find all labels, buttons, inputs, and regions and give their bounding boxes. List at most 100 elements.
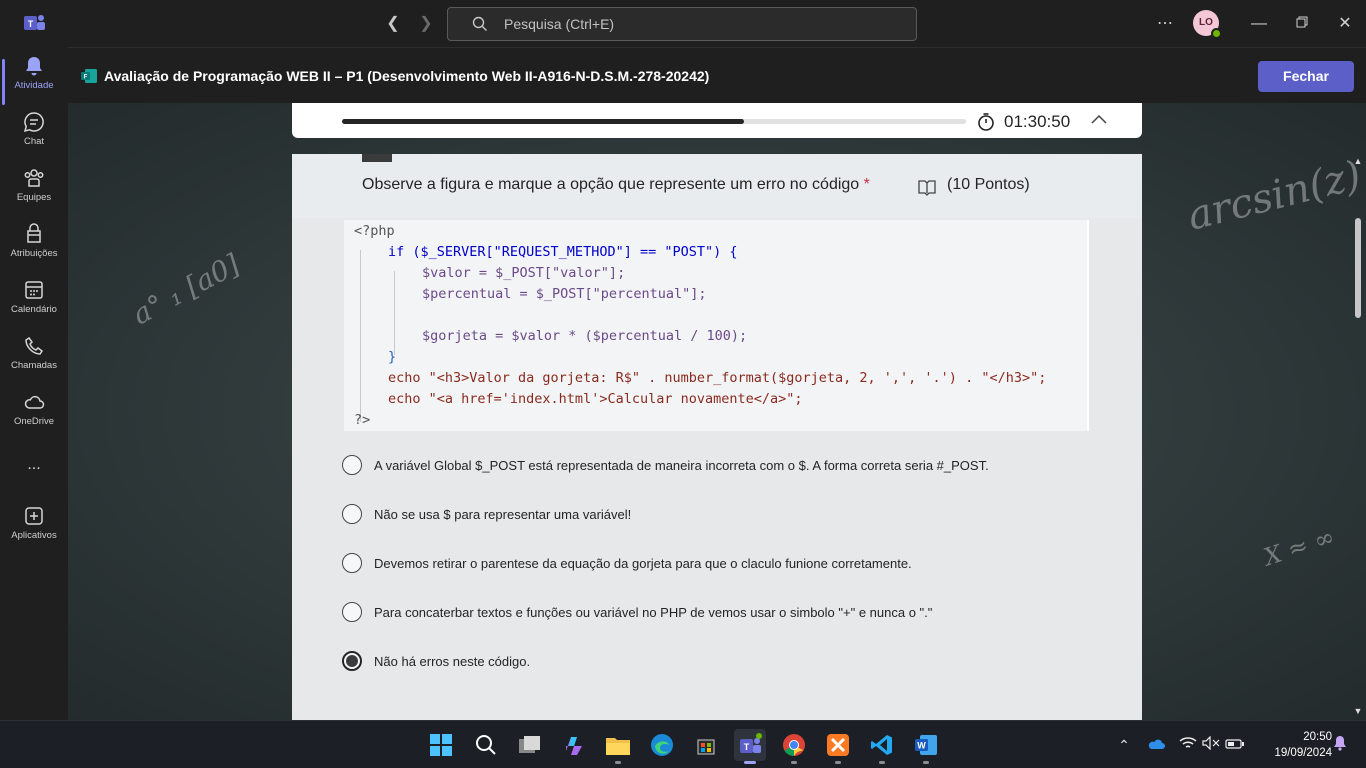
bell-icon <box>26 57 42 76</box>
chevron-up-icon[interactable] <box>1090 113 1108 127</box>
more-apps-label: ... <box>27 456 41 473</box>
more-options-icon[interactable]: ⋯ <box>1153 12 1177 36</box>
rail-item-calendario[interactable]: Calendário <box>0 279 68 335</box>
task-view-icon[interactable] <box>514 729 546 761</box>
back-arrow-icon[interactable]: ❮ <box>383 14 403 34</box>
taskbar: T W ⌃ 20:50 19/09/2024 <box>0 720 1366 768</box>
rail-label: Chamadas <box>11 360 57 371</box>
option-label: Não há erros neste código. <box>374 653 531 669</box>
xampp-icon[interactable] <box>822 729 854 764</box>
radio-button[interactable] <box>342 553 362 573</box>
clock[interactable]: 20:50 19/09/2024 <box>1252 729 1332 761</box>
store-icon[interactable] <box>690 729 722 761</box>
code-text: <?php <box>354 223 395 239</box>
option-label: Devemos retirar o parentese da equação d… <box>374 555 912 571</box>
rail-item-chamadas[interactable]: Chamadas <box>0 335 68 391</box>
scroll-up-icon[interactable]: ▲ <box>1353 156 1363 166</box>
avatar[interactable]: LO <box>1193 10 1222 39</box>
assignments-icon <box>27 223 41 243</box>
rail-item-equipes[interactable]: Equipes <box>0 167 68 223</box>
app-rail: Atividade Chat Equipes Atribuições Calen… <box>0 47 68 720</box>
close-window-icon[interactable]: ✕ <box>1333 12 1357 36</box>
restore-icon[interactable] <box>1290 12 1314 36</box>
rail-label: OneDrive <box>13 416 55 427</box>
running-indicator <box>744 761 756 764</box>
scroll-down-icon[interactable]: ▼ <box>1353 706 1363 716</box>
radio-button[interactable] <box>342 504 362 524</box>
radio-button[interactable] <box>342 455 362 475</box>
vscode-icon[interactable] <box>866 729 898 764</box>
minimize-icon[interactable]: — <box>1247 12 1271 36</box>
taskbar-search-icon[interactable] <box>470 729 502 761</box>
radio-button-checked[interactable] <box>342 651 362 671</box>
chalk-formula: X ≈ ∞ <box>1260 522 1339 572</box>
code-image: <?php if ($_SERVER["REQUEST_METHOD"] == … <box>344 220 1089 431</box>
teams-logo-icon[interactable]: T <box>22 12 46 34</box>
notification-bell-icon[interactable] <box>1330 735 1350 755</box>
clock-date: 19/09/2024 <box>1274 747 1332 759</box>
title-bar: T ❮ ❯ Pesquisa (Ctrl+E) ⋯ LO — ✕ <box>0 0 1366 47</box>
indent-guide <box>360 250 361 422</box>
rail-item-atividade[interactable]: Atividade <box>0 55 68 111</box>
forms-icon: F <box>81 69 97 83</box>
battery-icon[interactable] <box>1225 735 1245 755</box>
code-text: $valor = $_POST["valor"]; <box>422 265 626 281</box>
svg-text:T: T <box>28 19 34 29</box>
timer-value: 01:30:50 <box>1004 112 1071 131</box>
option-label: A variável Global $_POST está representa… <box>374 457 989 473</box>
running-indicator <box>615 761 621 764</box>
chevron-up-icon[interactable]: ⌃ <box>1114 735 1134 755</box>
rail-label: Aplicativos <box>11 530 57 541</box>
indent-guide <box>394 271 395 355</box>
chalk-formula: arcsin(z) <box>1183 152 1366 240</box>
code-line: ?> <box>354 412 370 428</box>
presence-available-icon <box>1211 28 1222 39</box>
avatar-initials: LO <box>1199 17 1213 28</box>
forward-arrow-icon[interactable]: ❯ <box>416 14 436 34</box>
progress-fill <box>342 119 745 124</box>
question-text: Observe a figura e marque a opção que re… <box>362 176 870 194</box>
immersive-reader-icon[interactable] <box>917 178 937 196</box>
rail-label: Chat <box>23 136 45 147</box>
windows-start-icon[interactable] <box>425 729 457 761</box>
copilot-icon[interactable] <box>558 729 590 761</box>
edge-icon[interactable] <box>646 729 678 761</box>
chat-icon <box>23 112 44 133</box>
rail-item-atribuicoes[interactable]: Atribuições <box>0 223 68 279</box>
onedrive-tray-icon[interactable] <box>1146 735 1166 755</box>
wifi-icon[interactable] <box>1178 735 1198 755</box>
option-2[interactable]: Não se usa $ para representar uma variáv… <box>342 502 631 526</box>
close-button[interactable]: Fechar <box>1258 61 1354 92</box>
search-icon <box>472 16 487 31</box>
speaker-muted-icon[interactable] <box>1201 735 1221 755</box>
chalk-formula: a° ₁ [a0] <box>127 247 246 332</box>
file-explorer-icon[interactable] <box>602 729 634 764</box>
option-1[interactable]: A variável Global $_POST está representa… <box>342 453 989 477</box>
scrollbar[interactable]: ▲ ▼ <box>1350 154 1366 720</box>
svg-text:F: F <box>84 75 88 81</box>
chrome-icon[interactable] <box>778 729 810 764</box>
clock-time: 20:50 <box>1303 731 1332 743</box>
add-apps-icon <box>25 507 43 525</box>
svg-text:W: W <box>917 741 926 751</box>
scroll-thumb[interactable] <box>1355 218 1361 318</box>
rail-label: Equipes <box>16 192 52 203</box>
question-title: Observe a figura e marque a opção que re… <box>362 176 860 193</box>
search-input[interactable]: Pesquisa (Ctrl+E) <box>447 7 917 41</box>
progress-track <box>342 119 966 124</box>
option-5[interactable]: Não há erros neste código. <box>342 649 530 673</box>
code-text: echo "<h3>Valor da gorjeta: R$" . number… <box>388 370 1047 386</box>
option-4[interactable]: Para concaterbar textos e funções ou var… <box>342 600 932 624</box>
more-apps-icon[interactable]: ... <box>0 455 68 479</box>
code-text: $gorjeta = $valor * ($percentual / 100); <box>422 328 748 344</box>
code-line: } <box>388 349 396 365</box>
rail-item-aplicativos[interactable]: Aplicativos <box>0 505 68 561</box>
option-3[interactable]: Devemos retirar o parentese da equação d… <box>342 551 912 575</box>
rail-item-onedrive[interactable]: OneDrive <box>0 391 68 447</box>
rail-item-chat[interactable]: Chat <box>0 111 68 167</box>
radio-button[interactable] <box>342 602 362 622</box>
word-icon[interactable]: W <box>910 729 942 764</box>
teams-taskbar-icon[interactable]: T <box>734 729 766 764</box>
teams-icon <box>24 169 44 187</box>
code-line: <?php <box>354 223 395 239</box>
